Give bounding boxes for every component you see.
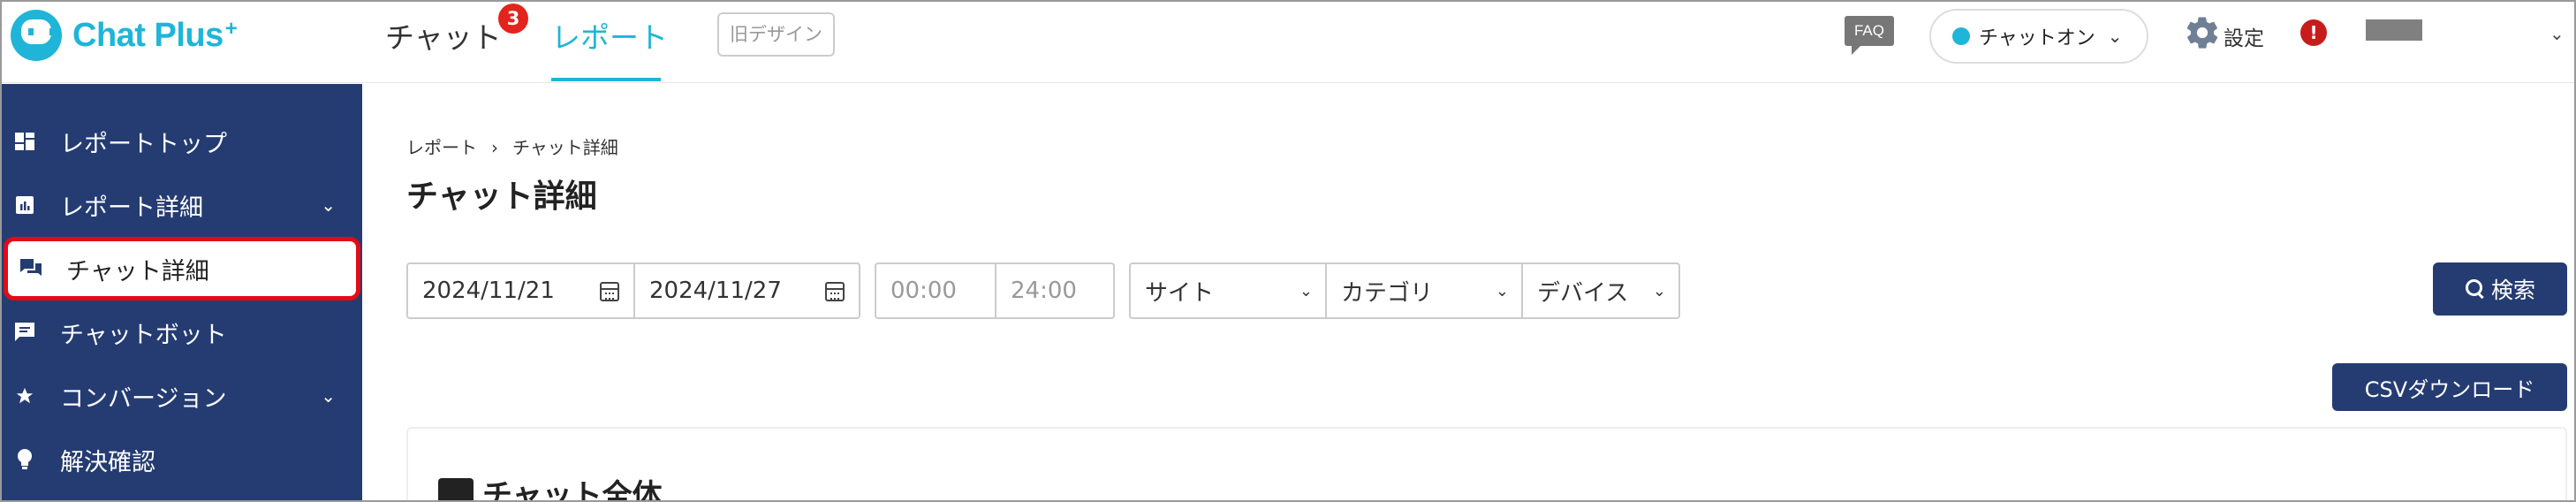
sidebar: レポートトップ レポート詳細 ⌄ チャット詳細 チャットボット コンバージョン … <box>2 84 362 500</box>
category-select-label: カテゴリ <box>1341 279 1434 307</box>
search-button-label: 検索 <box>2490 278 2535 303</box>
chevron-down-icon: ⌄ <box>1495 281 1509 300</box>
old-design-button[interactable]: 旧デザイン <box>717 12 835 57</box>
section-title: チャット全体 <box>482 478 663 502</box>
device-select[interactable]: デバイス ⌄ <box>1521 264 1678 317</box>
site-select-label: サイト <box>1145 279 1215 307</box>
device-select-label: デバイス <box>1537 279 1629 307</box>
gear-icon[interactable] <box>2184 14 2221 51</box>
chevron-down-icon: ⌄ <box>2107 26 2123 47</box>
page-title: チャット詳細 <box>406 179 597 215</box>
end-time-field[interactable]: 24:00 <box>994 264 1113 317</box>
csv-download-button[interactable]: CSVダウンロード <box>2332 363 2567 411</box>
date-range-picker: 2024/11/21 2024/11/27 <box>406 262 860 319</box>
sidebar-item-chatbot[interactable]: チャットボット <box>2 301 362 363</box>
calendar-icon[interactable] <box>600 282 619 301</box>
chat-status-label: チャットオン <box>1979 27 2095 49</box>
chevron-down-icon: ⌄ <box>1299 281 1313 300</box>
chevron-down-icon: ⌄ <box>321 385 336 407</box>
sidebar-item-label: チャットボット <box>60 321 227 349</box>
sidebar-item-conversion[interactable]: コンバージョン ⌄ <box>2 365 362 427</box>
logo-text: Chat Plus+ <box>72 16 238 54</box>
filter-group: サイト ⌄ カテゴリ ⌄ デバイス ⌄ <box>1129 262 1680 319</box>
sidebar-item-report-detail[interactable]: レポート詳細 ⌄ <box>2 174 362 236</box>
chatbot-icon <box>14 322 35 343</box>
end-date-value: 2024/11/27 <box>649 278 782 304</box>
chat-unread-badge: 3 <box>498 4 528 34</box>
chat-overview-card: チャット全体 <box>406 427 2567 502</box>
sidebar-item-label: コンバージョン <box>60 384 227 413</box>
chat-bubbles-icon <box>20 258 42 279</box>
breadcrumb: レポート › チャット詳細 <box>406 133 618 159</box>
alert-icon[interactable]: ! <box>2300 19 2327 46</box>
start-date-value: 2024/11/21 <box>422 278 555 304</box>
sidebar-item-label: 解決確認 <box>60 448 155 476</box>
nav-tab-chat[interactable]: チャット <box>385 14 502 57</box>
lightbulb-icon <box>14 449 35 470</box>
main-content: レポート › チャット詳細 チャット詳細 2024/11/21 2024/11/27… <box>362 84 2574 502</box>
app-window: Chat Plus+ チャット 3 レポート 旧デザイン FAQ チャットオン … <box>0 0 2576 502</box>
breadcrumb-separator: › <box>491 137 498 158</box>
sidebar-item-resolution[interactable]: 解決確認 <box>2 429 362 491</box>
top-bar: Chat Plus+ チャット 3 レポート 旧デザイン FAQ チャットオン … <box>2 2 2574 83</box>
chat-status-dropdown[interactable]: チャットオン ⌄ <box>1929 9 2148 64</box>
search-button[interactable]: 検索 <box>2433 262 2567 316</box>
breadcrumb-current: チャット詳細 <box>512 137 618 158</box>
category-select[interactable]: カテゴリ ⌄ <box>1325 264 1521 317</box>
sidebar-item-label: レポートトップ <box>60 130 227 158</box>
chevron-down-icon: ⌄ <box>1652 281 1666 300</box>
status-dot-icon <box>1952 27 1970 45</box>
chatplus-logo-icon <box>11 10 62 61</box>
chevron-down-icon: ⌄ <box>321 194 336 216</box>
dashboard-icon <box>14 131 35 152</box>
end-date-field[interactable]: 2024/11/27 <box>633 264 859 317</box>
active-tab-indicator <box>551 78 661 81</box>
settings-link[interactable]: 設定 <box>2224 21 2264 51</box>
sidebar-item-report-top[interactable]: レポートトップ <box>2 110 362 172</box>
search-icon <box>2465 278 2486 300</box>
sidebar-item-label: チャット詳細 <box>66 257 209 285</box>
star-icon <box>14 385 35 407</box>
site-select[interactable]: サイト ⌄ <box>1131 264 1325 317</box>
chat-bubble-icon <box>438 478 474 500</box>
start-date-field[interactable]: 2024/11/21 <box>408 264 633 317</box>
report-icon <box>14 194 35 216</box>
sidebar-item-chat-detail[interactable]: チャット詳細 <box>4 237 360 300</box>
faq-icon[interactable]: FAQ <box>1845 16 1894 55</box>
calendar-icon[interactable] <box>825 282 845 301</box>
user-menu-chevron-icon[interactable]: ⌄ <box>2549 23 2565 44</box>
sidebar-item-label: レポート詳細 <box>60 194 203 222</box>
breadcrumb-report-link[interactable]: レポート <box>406 137 477 158</box>
start-time-field[interactable]: 00:00 <box>876 264 995 317</box>
user-name-redacted[interactable] <box>2366 19 2422 41</box>
nav-tab-report[interactable]: レポート <box>551 14 668 57</box>
time-range-picker: 00:00 24:00 <box>875 262 1115 319</box>
logo[interactable]: Chat Plus+ <box>11 9 238 62</box>
